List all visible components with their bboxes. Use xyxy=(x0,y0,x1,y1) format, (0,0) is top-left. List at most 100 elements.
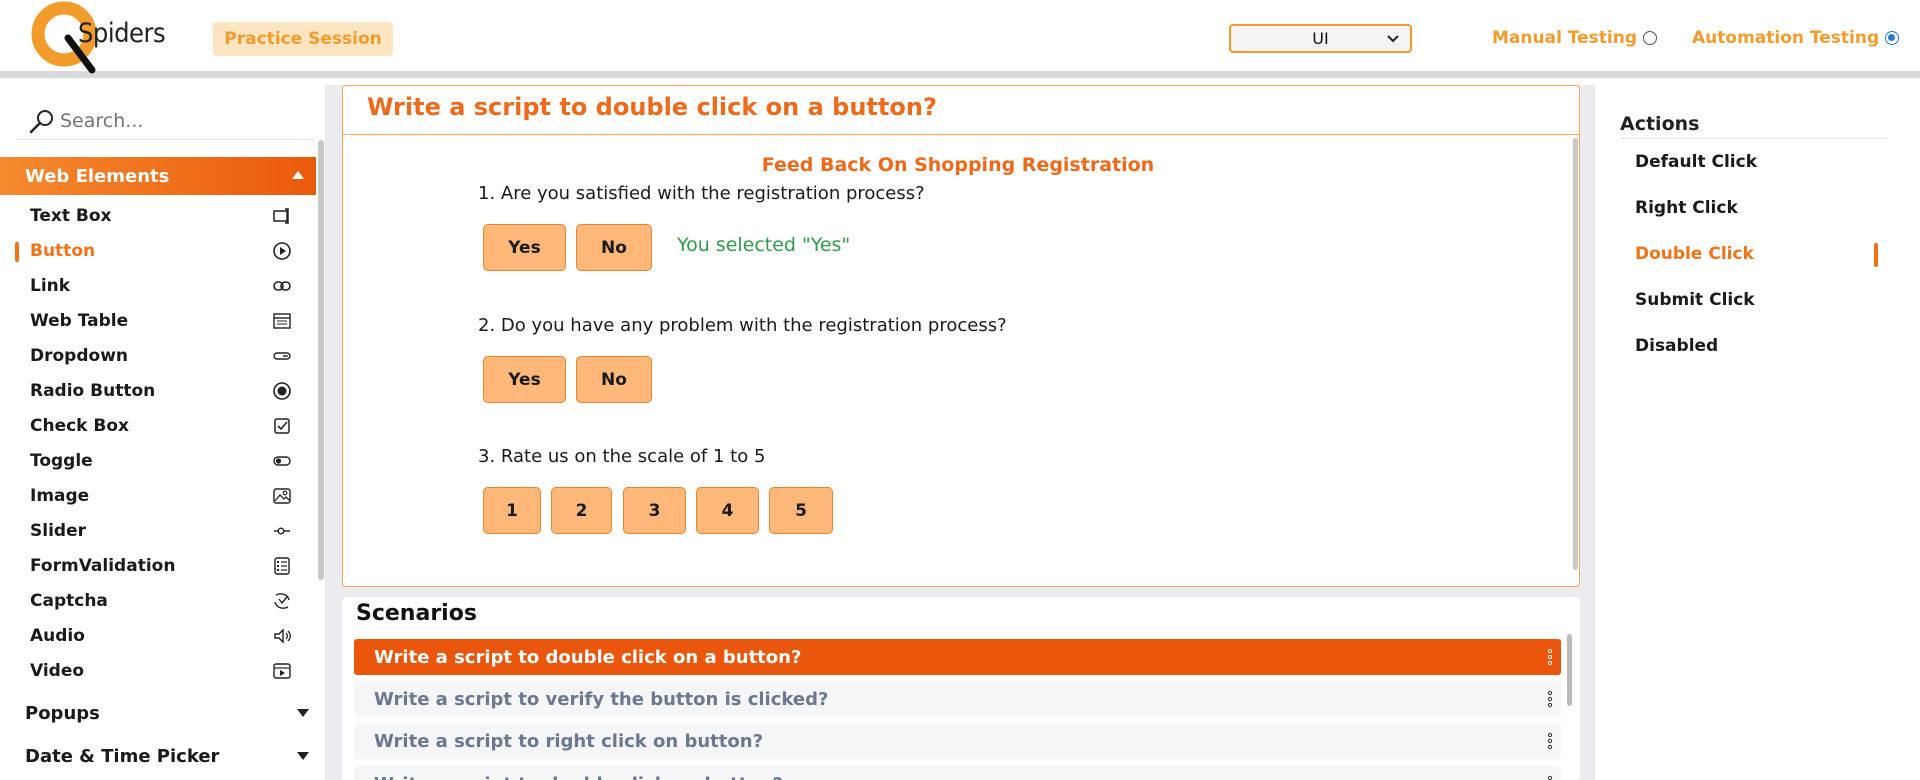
selection-message: You selected "Yes" xyxy=(677,234,851,256)
sidebar-item-label: Image xyxy=(30,486,90,506)
search-icon xyxy=(29,109,53,133)
sidebar-item-label: Captcha xyxy=(30,591,108,611)
category-label: Date & Time Picker xyxy=(25,745,220,767)
category-label: Web Elements xyxy=(25,165,170,187)
question-3: 3. Rate us on the scale of 1 to 5 xyxy=(478,446,766,467)
sidebar-item-label: Dropdown xyxy=(30,346,128,366)
textbox-icon xyxy=(273,208,289,224)
action-default-click[interactable]: Default Click xyxy=(1635,152,1757,172)
category-date-time-picker[interactable]: Date & Time Picker xyxy=(25,739,309,773)
sidebar-scrollbar[interactable] xyxy=(318,140,324,580)
link-icon xyxy=(273,281,291,291)
radio-automation-testing[interactable]: Automation Testing xyxy=(1692,28,1900,48)
sidebar-item-label: Check Box xyxy=(30,416,130,436)
question-scrollbar[interactable] xyxy=(1573,138,1578,570)
captcha-icon xyxy=(274,593,290,609)
sidebar-item-slider[interactable]: Slider xyxy=(30,516,298,546)
sidebar-item-web-table[interactable]: Web Table xyxy=(30,306,298,336)
radio-manual-label: Manual Testing xyxy=(1492,28,1638,48)
sidebar-item-link[interactable]: Link xyxy=(30,271,298,301)
action-right-click[interactable]: Right Click xyxy=(1635,198,1738,218)
scenario-row[interactable]: Write a script to verify the button is c… xyxy=(354,681,1561,717)
rating-button-3[interactable]: 3 xyxy=(623,487,686,534)
top-header: Spiders Practice Session UI Manual Testi… xyxy=(0,0,1920,78)
sidebar-item-label: Button xyxy=(30,241,96,261)
actions-title: Actions xyxy=(1620,113,1700,135)
rating-button-4[interactable]: 4 xyxy=(696,487,759,534)
logo-text: Spiders xyxy=(78,18,166,49)
sidebar-item-label: Toggle xyxy=(30,451,93,471)
sidebar-item-toggle[interactable]: Toggle xyxy=(30,446,298,476)
toggle-icon xyxy=(273,456,291,466)
scenarios-scrollbar[interactable] xyxy=(1567,634,1572,706)
sidebar-item-label: Text Box xyxy=(30,206,112,226)
q2-no-button[interactable]: No xyxy=(576,356,652,403)
rating-button-2[interactable]: 2 xyxy=(551,487,612,534)
video-icon xyxy=(273,663,291,679)
action-disabled[interactable]: Disabled xyxy=(1635,336,1718,356)
scenario-label: Write a script to verify the button is c… xyxy=(374,688,829,710)
caret-down-icon xyxy=(297,709,309,717)
q1-no-button[interactable]: No xyxy=(576,224,652,271)
action-submit-click[interactable]: Submit Click xyxy=(1635,290,1755,310)
sidebar-item-label: FormValidation xyxy=(30,556,176,576)
category-popups[interactable]: Popups xyxy=(25,696,309,730)
sidebar-item-label: Slider xyxy=(30,521,86,541)
play-circle-icon xyxy=(273,242,291,260)
search-input[interactable] xyxy=(60,109,300,132)
more-options-icon[interactable] xyxy=(1547,775,1553,780)
question-1: 1. Are you satisfied with the registrati… xyxy=(478,183,925,204)
scenario-row[interactable]: Write a script to right click on button? xyxy=(354,723,1561,759)
radio-manual-testing[interactable]: Manual Testing xyxy=(1492,28,1658,48)
table-icon xyxy=(273,313,291,329)
scenario-row[interactable]: Write a script to double click on button… xyxy=(354,766,1561,780)
caret-down-icon xyxy=(297,752,309,760)
radio-automation-label: Automation Testing xyxy=(1692,28,1880,48)
more-options-icon[interactable] xyxy=(1547,732,1553,750)
radio-manual-circle[interactable] xyxy=(1643,31,1658,45)
rating-button-5[interactable]: 5 xyxy=(769,487,833,534)
practice-session-button[interactable]: Practice Session xyxy=(213,22,393,56)
caret-up-icon xyxy=(292,171,304,179)
qspiders-logo[interactable]: Spiders xyxy=(28,0,168,78)
sidebar-search xyxy=(16,102,314,140)
checkbox-icon xyxy=(274,418,290,434)
sidebar-item-audio[interactable]: Audio xyxy=(30,621,298,651)
mode-select-value: UI xyxy=(1312,29,1329,48)
category-label: Popups xyxy=(25,702,100,724)
scenario-label: Write a script to right click on button? xyxy=(374,730,764,752)
sidebar-item-label: Audio xyxy=(30,626,85,646)
scenarios-title: Scenarios xyxy=(356,601,477,626)
sidebar-item-captcha[interactable]: Captcha xyxy=(30,586,298,616)
sidebar-item-dropdown[interactable]: Dropdown xyxy=(30,341,298,371)
more-options-icon[interactable] xyxy=(1547,648,1553,666)
sidebar-item-button[interactable]: Button xyxy=(15,236,298,266)
sidebar-item-radio-button[interactable]: Radio Button xyxy=(30,376,298,406)
action-double-click[interactable]: Double Click xyxy=(1635,244,1754,264)
scenario-label: Write a script to double click on a butt… xyxy=(374,646,802,668)
sidebar-item-formvalidation[interactable]: FormValidation xyxy=(30,551,298,581)
sidebar-item-label: Web Table xyxy=(30,311,129,331)
radio-automation-circle[interactable] xyxy=(1885,31,1900,45)
divider xyxy=(1620,138,1888,139)
q2-yes-button[interactable]: Yes xyxy=(483,356,566,403)
image-icon xyxy=(273,488,291,504)
sidebar-item-check-box[interactable]: Check Box xyxy=(30,411,298,441)
q1-yes-button[interactable]: Yes xyxy=(483,224,566,271)
radio-icon xyxy=(273,382,291,400)
sidebar-item-image[interactable]: Image xyxy=(30,481,298,511)
question-title: Write a script to double click on a butt… xyxy=(367,93,937,121)
rating-button-1[interactable]: 1 xyxy=(483,487,541,534)
question-2: 2. Do you have any problem with the regi… xyxy=(478,315,1007,336)
form-icon xyxy=(274,557,290,575)
category-web-elements[interactable]: Web Elements xyxy=(0,157,316,195)
scenario-row[interactable]: Write a script to double click on a butt… xyxy=(354,639,1561,675)
more-options-icon[interactable] xyxy=(1547,690,1553,708)
dropdown-icon xyxy=(273,352,291,360)
audio-icon xyxy=(274,628,291,644)
mode-select[interactable]: UI xyxy=(1229,24,1412,53)
sidebar-item-text-box[interactable]: Text Box xyxy=(30,201,298,231)
sidebar-item-video[interactable]: Video xyxy=(30,656,298,686)
sidebar-item-label: Link xyxy=(30,276,71,296)
sidebar-item-label: Video xyxy=(30,661,85,681)
